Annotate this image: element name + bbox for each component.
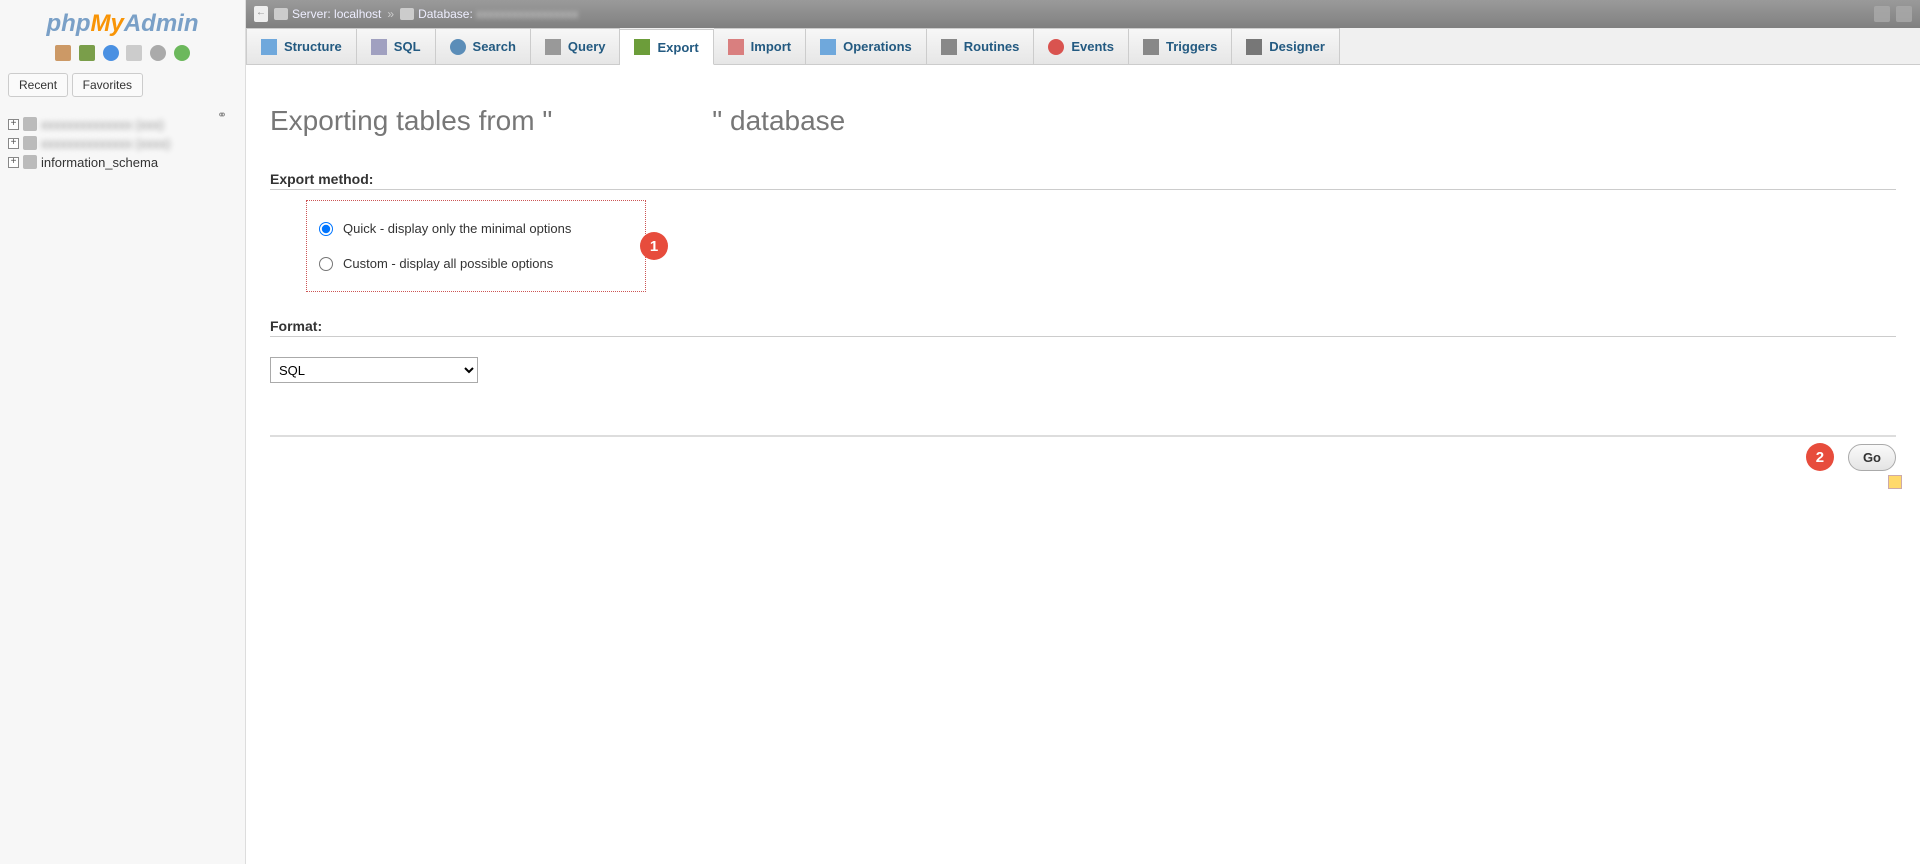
events-icon (1048, 39, 1064, 55)
search-icon (450, 39, 466, 55)
tab-label: Search (473, 39, 516, 54)
export-icon (634, 39, 650, 55)
tab-search[interactable]: Search (436, 28, 531, 64)
page-title: Exporting tables from " " database (270, 105, 1896, 137)
tab-favorites[interactable]: Favorites (72, 73, 143, 97)
tab-label: Structure (284, 39, 342, 54)
radio-quick[interactable]: Quick - display only the minimal options (319, 221, 601, 236)
query-icon (545, 39, 561, 55)
import-icon (728, 39, 744, 55)
tab-routines[interactable]: Routines (927, 28, 1035, 64)
tab-label: Designer (1269, 39, 1325, 54)
expand-icon[interactable]: + (8, 119, 19, 130)
home-icon[interactable] (55, 45, 71, 61)
tab-operations[interactable]: Operations (806, 28, 927, 64)
database-icon (23, 155, 37, 169)
sidebar-tabs: Recent Favorites (0, 69, 245, 101)
expand-icon[interactable]: + (8, 157, 19, 168)
breadcrumb-database[interactable]: Database: xxxxxxxxxxxxxxxxx (418, 7, 578, 21)
tab-label: Triggers (1166, 39, 1217, 54)
database-icon (400, 8, 414, 20)
db-label: information_schema (41, 155, 158, 170)
sticky-note-icon[interactable] (1888, 475, 1902, 489)
database-tree: + xxxxxxxxxxxxxx (xxx) + xxxxxxxxxxxxxx … (0, 101, 245, 172)
db-label-blurred: xxxxxxxxxxxxxx (xxxx) (41, 136, 170, 151)
tab-events[interactable]: Events (1034, 28, 1129, 64)
go-button[interactable]: Go (1848, 444, 1896, 471)
docs-icon[interactable] (126, 45, 142, 61)
annotation-badge-1: 1 (640, 232, 668, 260)
format-label: Format: (270, 318, 1896, 337)
breadcrumb-database-value-blurred: xxxxxxxxxxxxxxxxx (476, 7, 578, 21)
tab-label: Routines (964, 39, 1020, 54)
breadcrumb-server-value: localhost (334, 7, 381, 21)
tab-label: Events (1071, 39, 1114, 54)
tab-triggers[interactable]: Triggers (1129, 28, 1232, 64)
export-method-radiogroup: Quick - display only the minimal options… (306, 200, 646, 292)
export-method-wrap: Quick - display only the minimal options… (270, 200, 1896, 292)
settings-icon[interactable] (150, 45, 166, 61)
sidebar: phpMyAdmin Recent Favorites ⚭ + xxxxxxxx… (0, 0, 246, 864)
breadcrumb-collapse-icon[interactable]: ← (254, 6, 268, 22)
export-method-label: Export method: (270, 171, 1896, 190)
title-prefix: Exporting tables from " (270, 105, 552, 136)
logo-part-admin: Admin (124, 10, 199, 37)
radio-custom-label: Custom - display all possible options (343, 256, 553, 271)
reload-icon[interactable] (174, 45, 190, 61)
footer-row: 2 Go (270, 435, 1896, 471)
radio-custom[interactable]: Custom - display all possible options (319, 256, 601, 271)
tab-label: Operations (843, 39, 912, 54)
breadcrumb-server-label: Server: (292, 7, 331, 21)
content-area: Exporting tables from " " database Export… (246, 65, 1920, 489)
routines-icon (941, 39, 957, 55)
expand-icon[interactable]: + (8, 138, 19, 149)
main-panel: ← Server: localhost » Database: xxxxxxxx… (246, 0, 1920, 489)
tab-label: Export (657, 40, 698, 55)
db-label-blurred: xxxxxxxxxxxxxx (xxx) (41, 117, 164, 132)
db-node[interactable]: + information_schema (8, 153, 237, 172)
sidebar-icon-row (0, 40, 245, 69)
tab-label: SQL (394, 39, 421, 54)
phpmyadmin-logo[interactable]: phpMyAdmin (0, 0, 245, 40)
database-icon (23, 136, 37, 150)
panel-link-icon[interactable]: ⚭ (217, 108, 233, 118)
breadcrumb-sep: » (387, 7, 394, 21)
page-collapse-icon[interactable] (1896, 6, 1912, 22)
db-node[interactable]: + xxxxxxxxxxxxxx (xxx) (8, 115, 237, 134)
radio-custom-input[interactable] (319, 257, 333, 271)
page-settings-icon[interactable] (1874, 6, 1890, 22)
breadcrumb-right-icons (1874, 6, 1912, 22)
tab-structure[interactable]: Structure (246, 28, 357, 64)
sql-icon (371, 39, 387, 55)
tab-import[interactable]: Import (714, 28, 806, 64)
radio-quick-input[interactable] (319, 222, 333, 236)
triggers-icon (1143, 39, 1159, 55)
annotation-badge-2: 2 (1806, 443, 1834, 471)
tab-query[interactable]: Query (531, 28, 621, 64)
tab-designer[interactable]: Designer (1232, 28, 1340, 64)
breadcrumb-database-label: Database: (418, 7, 473, 21)
operations-icon (820, 39, 836, 55)
title-suffix: " database (712, 105, 845, 136)
server-icon (274, 8, 288, 20)
database-icon (23, 117, 37, 131)
logo-part-php: php (47, 10, 91, 37)
tab-export[interactable]: Export (620, 29, 713, 65)
theme-icon[interactable] (103, 45, 119, 61)
logo-part-my: My (90, 10, 123, 37)
nav-tabs: Structure SQL Search Query Export Import… (246, 28, 1920, 65)
format-select[interactable]: SQL (270, 357, 478, 383)
tab-sql[interactable]: SQL (357, 28, 436, 64)
radio-quick-label: Quick - display only the minimal options (343, 221, 571, 236)
breadcrumb: ← Server: localhost » Database: xxxxxxxx… (246, 0, 1920, 28)
db-node[interactable]: + xxxxxxxxxxxxxx (xxxx) (8, 134, 237, 153)
tab-label: Import (751, 39, 791, 54)
structure-icon (261, 39, 277, 55)
tab-recent[interactable]: Recent (8, 73, 68, 97)
format-section: Format: SQL (270, 318, 1896, 383)
logout-icon[interactable] (79, 45, 95, 61)
designer-icon (1246, 39, 1262, 55)
breadcrumb-server[interactable]: Server: localhost (292, 7, 381, 21)
tab-label: Query (568, 39, 606, 54)
